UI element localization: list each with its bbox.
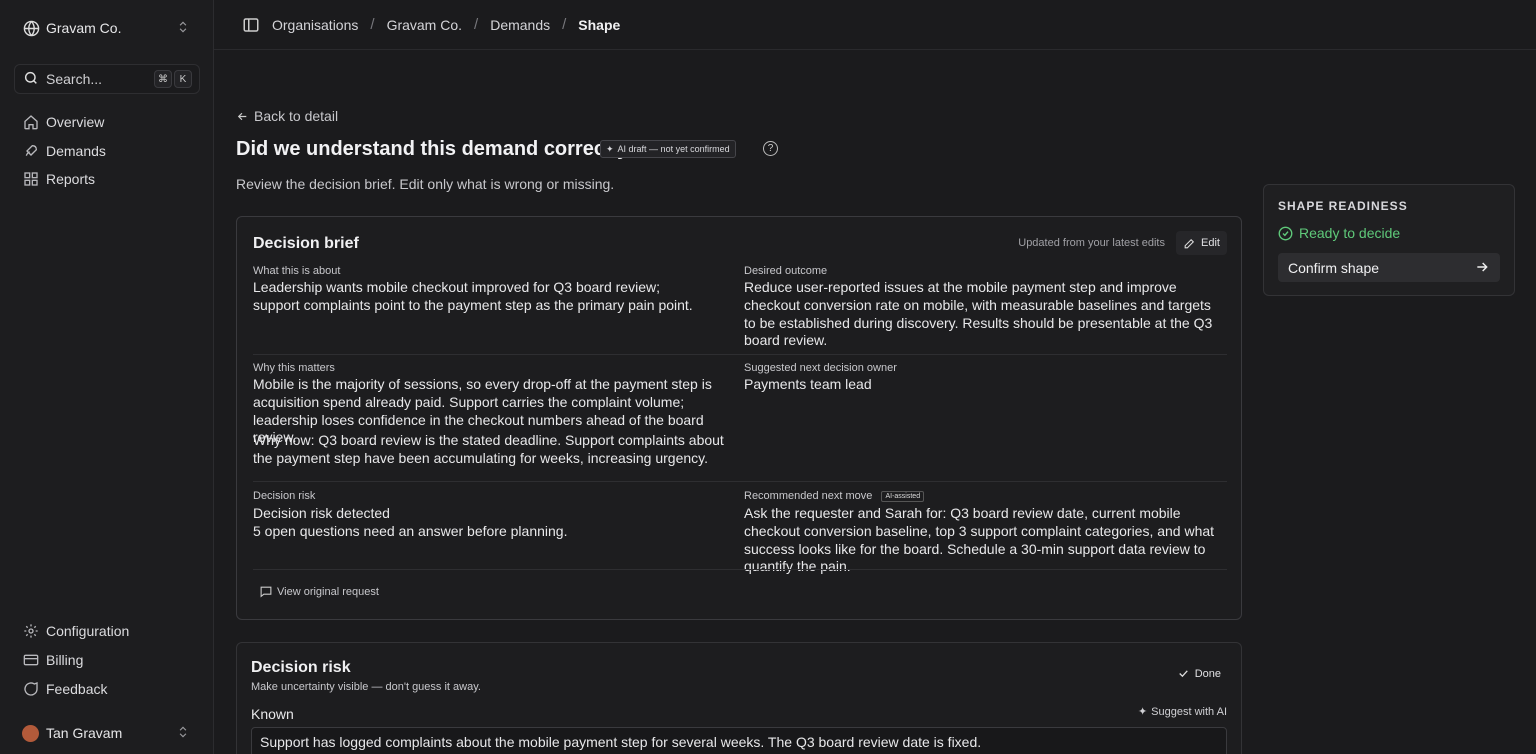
page-title: Did we understand this demand correctly? [236, 138, 641, 160]
divider [253, 354, 1227, 355]
what-value: Leadership wants mobile checkout improve… [253, 279, 693, 313]
search-placeholder: Search... [46, 71, 103, 87]
breadcrumb: Organisations / Gravam Co. / Demands / S… [272, 16, 620, 33]
move-label: Recommended next move [744, 490, 873, 502]
why-label: Why this matters [253, 362, 335, 374]
chevrons-updown-icon [176, 724, 190, 743]
confirm-shape-button[interactable]: Confirm shape [1278, 253, 1500, 282]
gear-icon [22, 623, 39, 640]
chevrons-updown-icon [176, 19, 190, 38]
top-bar: Organisations / Gravam Co. / Demands / S… [214, 0, 1536, 50]
outcome-value: Reduce user-reported issues at the mobil… [744, 279, 1213, 349]
user-menu[interactable]: Tan Gravam [14, 718, 200, 748]
cmd-key: ⌘ [154, 70, 172, 88]
divider [253, 481, 1227, 482]
risk-value-headline: Decision risk detected [253, 505, 390, 521]
outcome-label: Desired outcome [744, 265, 828, 277]
owner-label: Suggested next decision owner [744, 362, 897, 374]
readiness-status: Ready to decide [1278, 225, 1400, 241]
sidebar-item-configuration[interactable]: Configuration [14, 618, 200, 644]
main-content: Organisations / Gravam Co. / Demands / S… [214, 0, 1536, 754]
decision-brief-card: Decision brief Updated from your latest … [236, 216, 1242, 620]
divider [253, 569, 1227, 570]
edit-button-label: Edit [1201, 237, 1220, 249]
card-icon [22, 652, 39, 669]
message-icon [259, 585, 273, 598]
decision-risk-card: Decision risk Make uncertainty visible —… [236, 642, 1242, 754]
globe-icon [22, 19, 40, 37]
view-original-request-label: View original request [277, 585, 379, 598]
draft-badge: ✦ AI draft — not yet confirmed [600, 140, 736, 158]
suggest-with-ai-label: Suggest with AI [1151, 705, 1227, 718]
page-subtitle: Review the decision brief. Edit only wha… [236, 176, 615, 192]
sidebar-item-label: Overview [46, 114, 105, 130]
home-icon [22, 114, 39, 131]
breadcrumb-separator: / [474, 16, 479, 33]
owner-value: Payments team lead [744, 376, 872, 392]
check-icon [1177, 667, 1190, 680]
rocket-icon [22, 143, 39, 160]
shape-readiness-panel: SHAPE READINESS Ready to decide Confirm … [1263, 184, 1515, 296]
user-name: Tan Gravam [46, 725, 123, 741]
sidebar-item-reports[interactable]: Reports [14, 166, 200, 192]
search-box[interactable]: Search... ⌘ K [14, 64, 200, 94]
suggest-with-ai-button[interactable]: ✦ Suggest with AI [1137, 705, 1227, 719]
sidebar-item-feedback[interactable]: Feedback [14, 676, 200, 702]
org-switcher[interactable]: Gravam Co. [14, 10, 200, 46]
check-circle-icon [1278, 226, 1293, 241]
what-label: What this is about [253, 265, 341, 277]
help-icon[interactable]: ? [763, 141, 778, 156]
back-link-label: Back to detail [254, 108, 339, 124]
draft-badge-label: AI draft — not yet confirmed [617, 144, 730, 154]
updated-note: Updated from your latest edits [1018, 237, 1165, 249]
pencil-icon [1183, 237, 1196, 250]
sparkle-icon: ✦ [1137, 706, 1148, 718]
ai-assisted-badge: AI-assisted [881, 490, 925, 502]
org-name: Gravam Co. [46, 20, 122, 36]
avatar [22, 724, 39, 742]
view-original-request-link[interactable]: View original request [259, 585, 379, 598]
sidebar-item-label: Demands [46, 143, 106, 159]
sidebar-item-demands[interactable]: Demands [14, 138, 200, 164]
why-now-value: Why now: Q3 board review is the stated d… [253, 432, 724, 466]
decision-risk-subtitle: Make uncertainty visible — don't guess i… [251, 681, 481, 693]
app-root: Gravam Co. Search... ⌘ K Overview Demand… [0, 0, 1536, 754]
move-label-wrap: Recommended next move AI-assisted [744, 490, 925, 502]
sidebar-item-label: Billing [46, 652, 84, 668]
search-icon [23, 70, 39, 89]
breadcrumb-org[interactable]: Gravam Co. [387, 17, 462, 33]
grid-icon [22, 171, 39, 188]
risk-value-detail: 5 open questions need an answer before p… [253, 523, 568, 539]
sidebar-item-label: Feedback [46, 681, 108, 697]
known-textarea[interactable]: Support has logged complaints about the … [251, 727, 1227, 754]
breadcrumb-separator: / [562, 16, 567, 33]
known-label: Known [251, 706, 294, 722]
readiness-title: SHAPE READINESS [1278, 199, 1408, 213]
confirm-shape-label: Confirm shape [1288, 259, 1380, 276]
arrow-left-icon [236, 110, 249, 123]
breadcrumb-current: Shape [578, 16, 621, 33]
done-label: Done [1194, 667, 1221, 680]
breadcrumb-demands[interactable]: Demands [490, 17, 550, 33]
sidebar: Gravam Co. Search... ⌘ K Overview Demand… [0, 0, 214, 754]
risk-label: Decision risk [253, 490, 316, 502]
sidebar-item-label: Configuration [46, 623, 130, 639]
chat-icon [22, 681, 39, 698]
sidebar-item-label: Reports [46, 171, 96, 187]
sidebar-item-overview[interactable]: Overview [14, 109, 200, 135]
sidebar-toggle-icon[interactable] [242, 16, 260, 34]
breadcrumb-separator: / [370, 16, 375, 33]
move-value: Ask the requester and Sarah for: Q3 boar… [744, 505, 1215, 575]
decision-brief-title: Decision brief [253, 235, 359, 252]
arrow-right-icon [1474, 259, 1490, 278]
back-link[interactable]: Back to detail [236, 108, 338, 124]
edit-button[interactable]: Edit [1176, 231, 1227, 255]
decision-risk-title: Decision risk [251, 659, 351, 676]
sparkle-icon: ✦ [606, 143, 614, 154]
done-button[interactable]: Done [1177, 667, 1221, 680]
readiness-status-label: Ready to decide [1299, 225, 1401, 241]
sidebar-item-billing[interactable]: Billing [14, 647, 200, 673]
k-key: K [174, 70, 192, 88]
breadcrumb-organisations[interactable]: Organisations [272, 17, 358, 33]
